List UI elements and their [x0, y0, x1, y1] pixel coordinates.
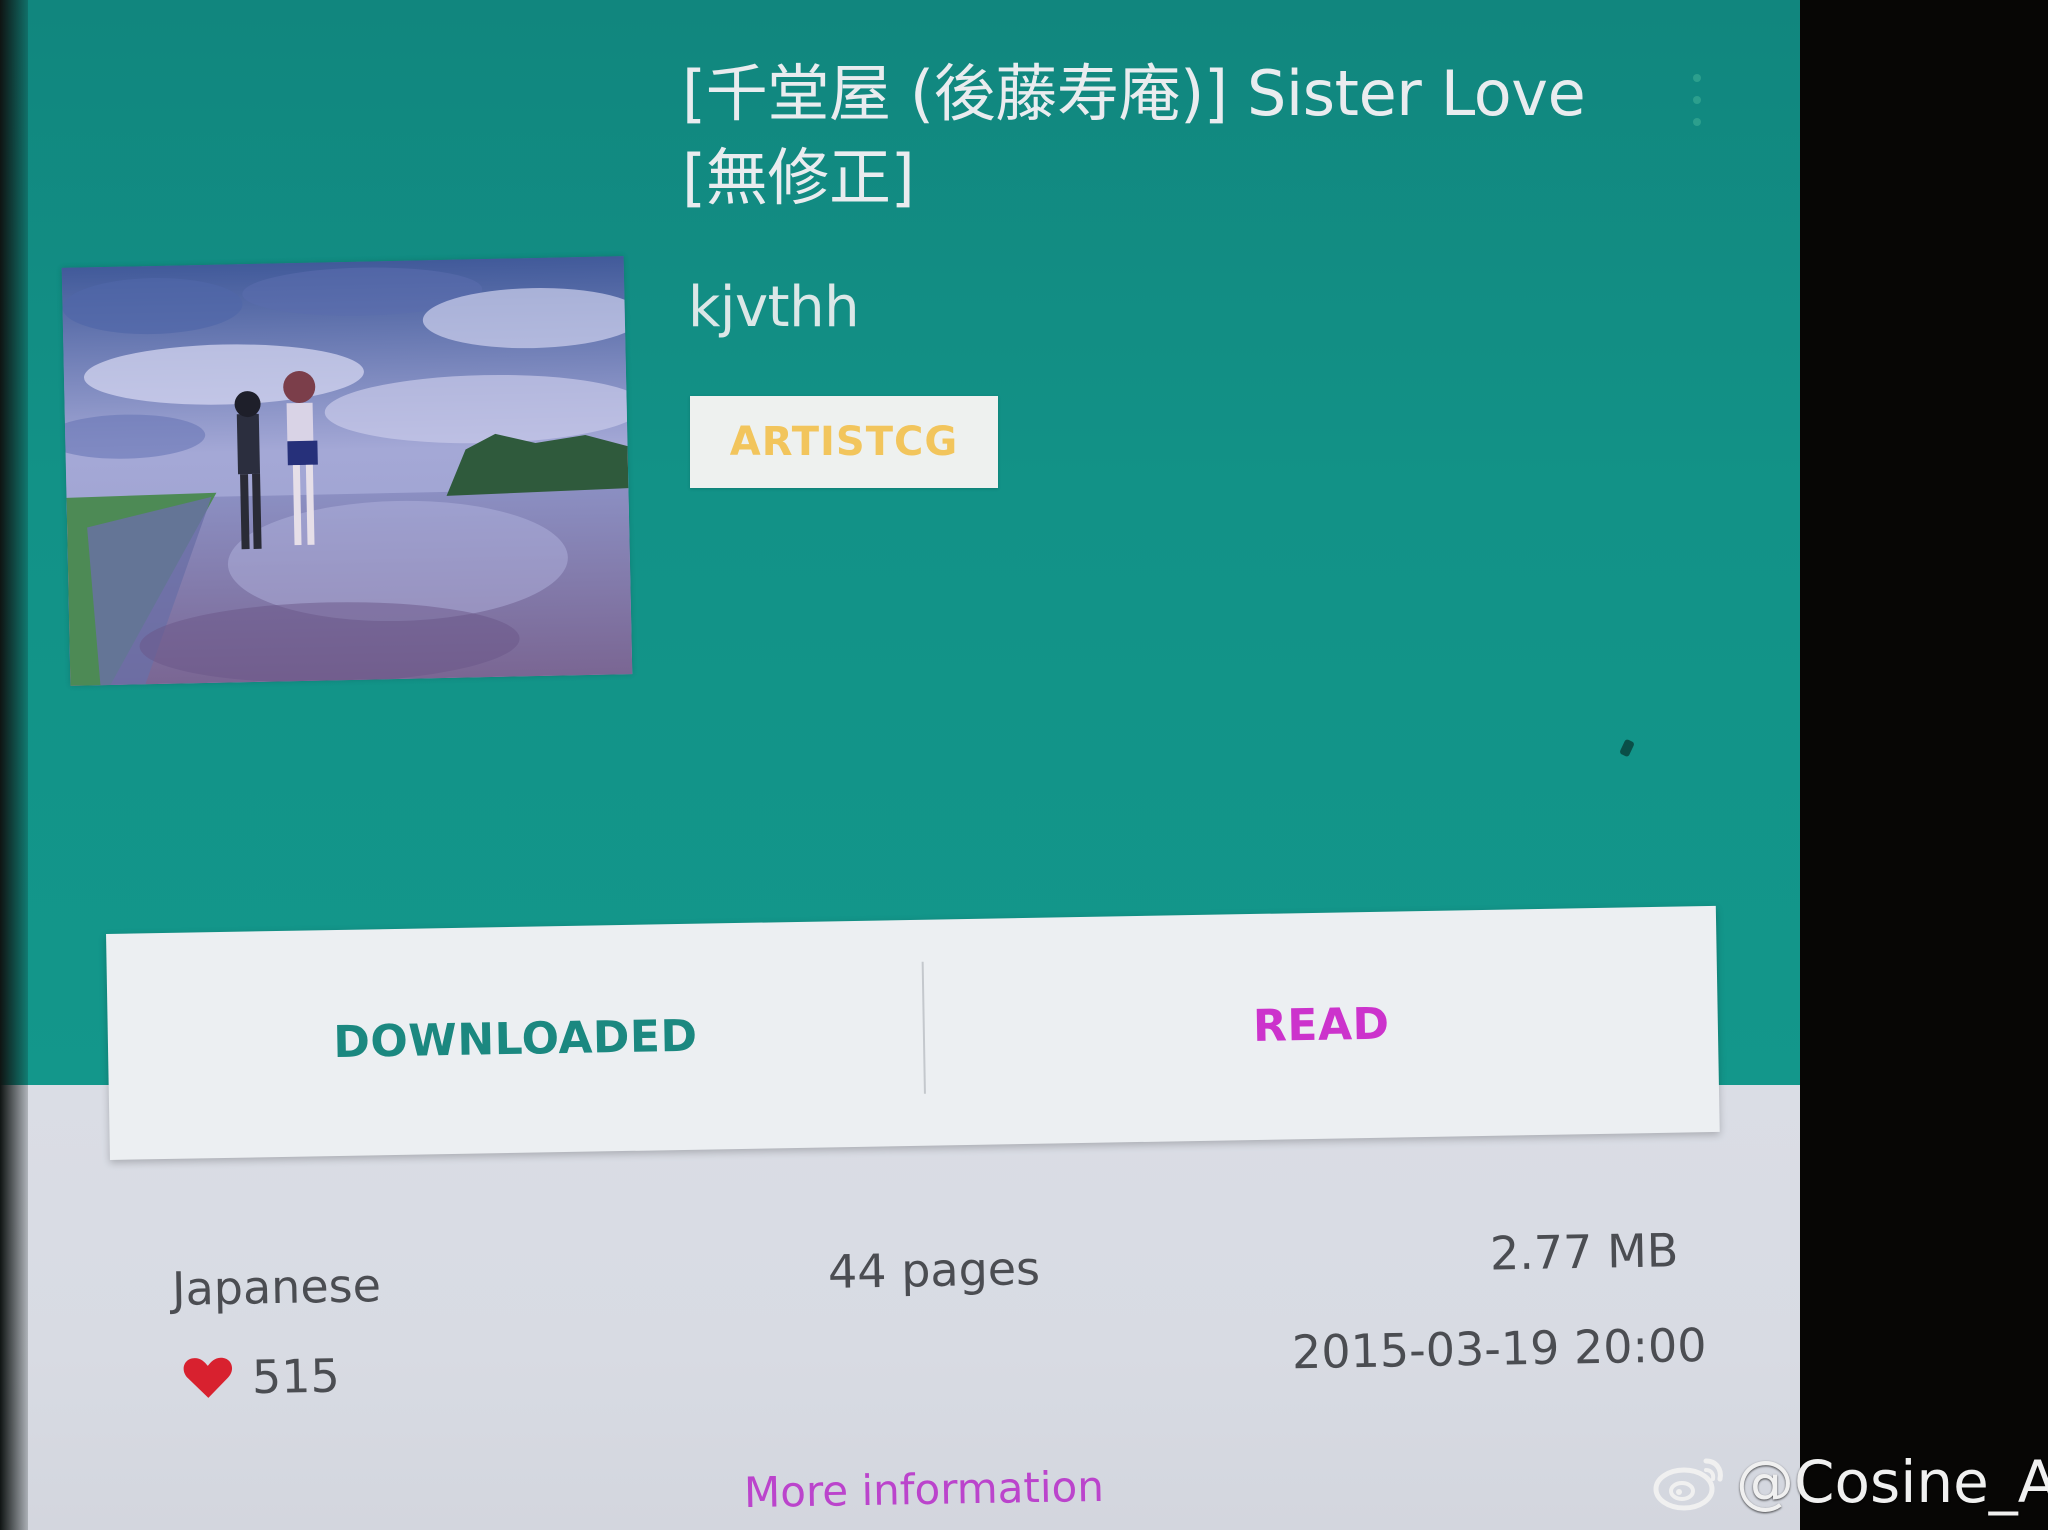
page-count: 44 pages	[827, 1241, 1041, 1299]
device-bezel	[0, 0, 28, 1530]
thumbnail-image	[61, 256, 633, 686]
posted-date: 2015-03-19 20:00	[1291, 1318, 1707, 1380]
favorite-count[interactable]: 515	[182, 1348, 341, 1406]
heart-icon	[183, 1357, 233, 1398]
weibo-icon	[1653, 1458, 1723, 1511]
action-card: DOWNLOADED READ	[106, 905, 1720, 1160]
uploader-name[interactable]: kjvthh	[688, 275, 860, 340]
gallery-title: [千堂屋 (後藤寿庵)] Sister Love [無修正]	[682, 57, 1586, 214]
more-information-link[interactable]: More information	[744, 1462, 1105, 1517]
downloaded-button[interactable]: DOWNLOADED	[106, 920, 925, 1160]
read-button[interactable]: READ	[923, 906, 1720, 1146]
gallery-thumbnail[interactable]	[61, 256, 633, 686]
watermark-text: @Cosine_A	[1736, 1448, 2048, 1516]
file-size: 2.77 MB	[1489, 1223, 1679, 1281]
screen-speck	[1619, 738, 1635, 758]
phone-screen: [千堂屋 (後藤寿庵)] Sister Love [無修正] kjvthh AR…	[0, 0, 1800, 1530]
more-vert-icon[interactable]	[1688, 74, 1706, 136]
favorite-count-value: 515	[251, 1348, 341, 1405]
category-badge: ARTISTCG	[690, 396, 998, 488]
language-label: Japanese	[171, 1258, 382, 1316]
watermark: @Cosine_A	[1652, 1448, 2048, 1516]
